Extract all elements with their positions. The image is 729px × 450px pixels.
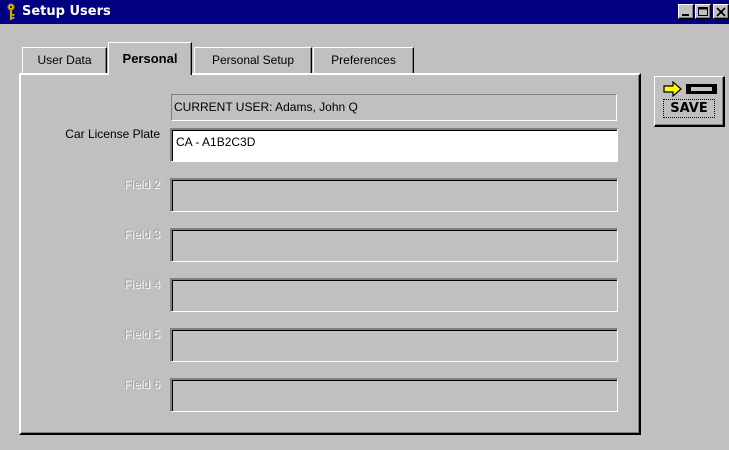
tab-personal[interactable]: Personal (108, 42, 192, 75)
field-3-input (170, 228, 618, 262)
save-button[interactable]: SAVE (654, 76, 725, 127)
current-user-display: CURRENT USER: Adams, John Q (171, 94, 617, 121)
setup-users-window: Setup Users User Data Personal Personal … (0, 0, 729, 450)
title-bar[interactable]: Setup Users (0, 0, 729, 24)
field-5-input (170, 328, 618, 362)
field-label-car-license-plate: Car License Plate (65, 127, 160, 141)
key-icon (5, 3, 17, 21)
car-license-plate-input[interactable]: CA - A1B2C3D (170, 128, 618, 162)
field-label-2: Field 2 (123, 177, 160, 191)
tab-user-data[interactable]: User Data (22, 47, 107, 73)
field-2-input (170, 178, 618, 212)
maximize-icon (698, 7, 708, 16)
field-label-3: Field 3 (123, 227, 160, 241)
field-6-input (170, 378, 618, 412)
save-label: SAVE (663, 99, 715, 118)
window-title: Setup Users (22, 4, 111, 19)
field-label-5: Field 5 (123, 327, 160, 341)
tab-preferences[interactable]: Preferences (313, 47, 414, 73)
minimize-icon (682, 14, 689, 16)
field-label-6: Field 6 (123, 377, 160, 391)
field-label-4: Field 4 (123, 277, 160, 291)
arrow-disk-icon (663, 81, 717, 97)
close-icon (716, 7, 726, 17)
field-4-input (170, 278, 618, 312)
close-button[interactable] (713, 4, 729, 19)
maximize-button[interactable] (695, 4, 711, 19)
tab-personal-setup[interactable]: Personal Setup (194, 47, 312, 73)
minimize-button[interactable] (678, 4, 694, 19)
